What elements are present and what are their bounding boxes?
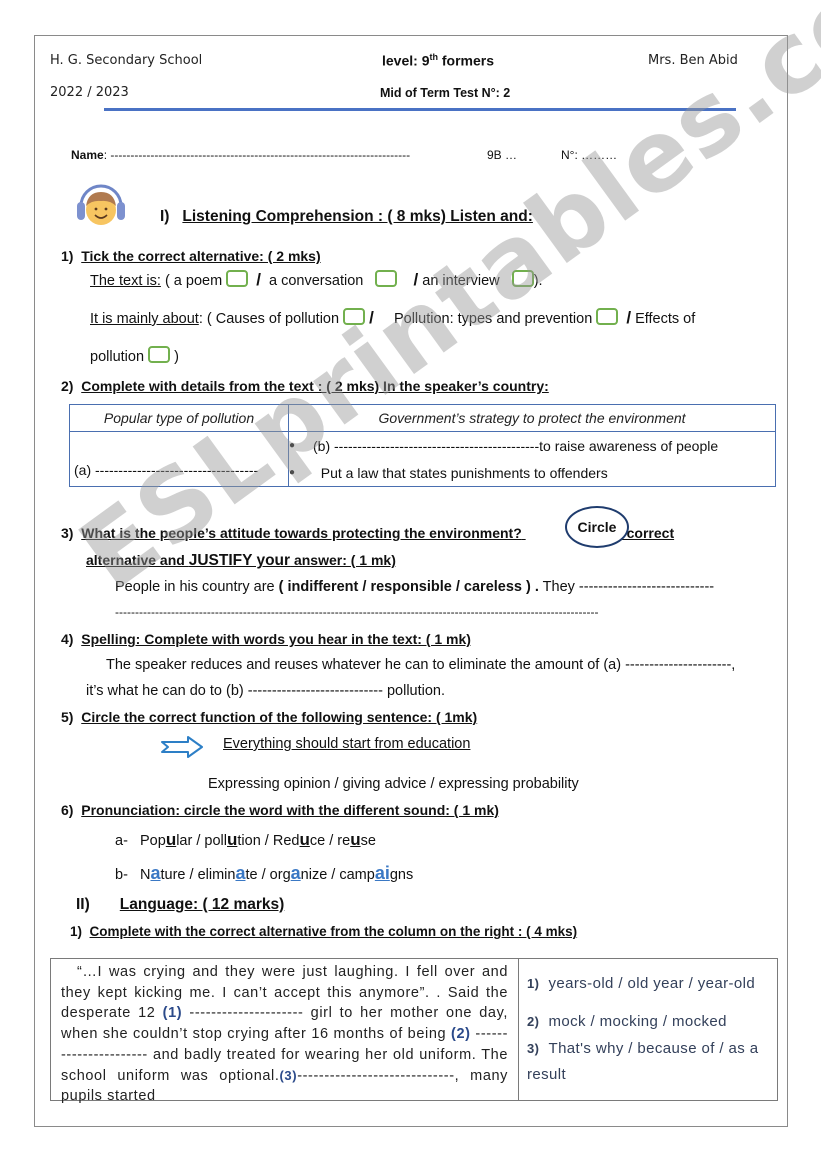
school-name: H. G. Secondary School: [50, 53, 203, 68]
pronunciation-word[interactable]: Reduce: [273, 830, 325, 849]
q6-row-b: b- Nature / eliminate / organize / campa…: [115, 863, 414, 883]
q3-heading-line2: alternative and JUSTIFY your answer: ( 1…: [86, 552, 396, 569]
q1-heading: 1) Tick the correct alternative: ( 2 mks…: [61, 248, 321, 264]
q6-row-a: a- Popular / pollution / Reduce / reuse: [115, 830, 376, 849]
q5-options[interactable]: Expressing opinion / giving advice / exp…: [208, 776, 579, 792]
header-divider: [104, 108, 736, 111]
separator: /: [185, 867, 198, 883]
options-column: 1) years-old / old year / year-old 2) mo…: [519, 959, 777, 1100]
highlighted-letter: u: [227, 830, 238, 849]
pronunciation-word[interactable]: pollution: [204, 830, 260, 849]
highlighted-letter: a: [290, 863, 301, 883]
pronunciation-word[interactable]: organize: [270, 863, 328, 883]
highlighted-letter: u: [165, 830, 177, 849]
details-table: Popular type of pollution Government’s s…: [69, 404, 776, 487]
school-year: 2022 / 2023: [50, 85, 129, 100]
number-field[interactable]: N°: ………: [561, 148, 617, 162]
tickbox-poem[interactable]: [226, 270, 249, 287]
q4-line2[interactable]: it’s what he can do to (b) -------------…: [86, 683, 445, 699]
tickbox-causes[interactable]: [343, 308, 366, 325]
highlighted-letter: u: [350, 830, 361, 849]
highlighted-letter: a: [150, 863, 161, 883]
teacher-name: Mrs. Ben Abid: [648, 53, 738, 68]
name-field[interactable]: Name: ----------------------------------…: [71, 148, 410, 162]
table-row: (a) ----------------------------------- …: [69, 431, 776, 487]
tickbox-conversation[interactable]: [375, 270, 398, 287]
bullet-item: ● Put a law that states punishments to o…: [289, 464, 608, 481]
separator: /: [257, 867, 270, 883]
q4-line1[interactable]: The speaker reduces and reuses whatever …: [106, 657, 735, 673]
q3-sentence: People in his country are ( indifferent …: [115, 579, 715, 595]
tickbox-effects[interactable]: [148, 346, 171, 363]
section2-title: II) Language: ( 12 marks): [76, 896, 285, 913]
q5-heading: 5) Circle the correct function of the fo…: [61, 709, 478, 725]
table-header-row: Popular type of pollution Government’s s…: [69, 404, 776, 432]
separator: /: [327, 867, 340, 883]
tickbox-interview[interactable]: [511, 270, 534, 287]
option-item: 3) That's why / because of / as a result: [527, 1040, 759, 1083]
highlighted-letter: a: [235, 863, 246, 883]
section1-title: I) Listening Comprehension : ( 8 mks) Li…: [160, 208, 533, 225]
q1-line1: The text is: ( a poem / a conversation /…: [90, 270, 543, 289]
level: level: 9th formers: [382, 52, 495, 69]
pronunciation-word[interactable]: eliminate: [198, 863, 258, 883]
bullet-item[interactable]: ● (b) -----------------------------------…: [289, 432, 775, 459]
separator: /: [192, 833, 205, 849]
slash: /: [369, 308, 374, 327]
passage-text: “…I was crying and they were just laughi…: [51, 959, 519, 1104]
q6-heading: 6) Pronunciation: circle the word with t…: [61, 802, 499, 818]
col-header-strategy: Government’s strategy to protect the env…: [288, 404, 776, 432]
col-header-pollution: Popular type of pollution: [69, 404, 289, 432]
q1-line3: pollution ): [90, 346, 179, 365]
attitude-options[interactable]: ( indifferent / responsible / careless )…: [279, 579, 539, 595]
q2-heading: 2) Complete with details from the text :…: [61, 378, 549, 394]
separator: /: [260, 833, 273, 849]
highlighted-letter: u: [299, 830, 310, 849]
separator: /: [325, 833, 338, 849]
lang-q1-heading: 1) Complete with the correct alternative…: [70, 924, 578, 939]
option-item: 1) years-old / old year / year-old: [527, 975, 756, 992]
option-item: 2) mock / mocking / mocked: [527, 1013, 727, 1030]
highlighted-letter: ai: [374, 863, 390, 883]
tickbox-types-prevention[interactable]: [596, 308, 619, 325]
pronunciation-word[interactable]: campaigns: [339, 863, 413, 883]
class-field[interactable]: 9B …: [487, 148, 517, 162]
circle-instruction-badge: Circle: [565, 506, 629, 548]
cell-a-blank[interactable]: (a) -----------------------------------: [69, 431, 289, 487]
slash: /: [256, 270, 261, 289]
pronunciation-word[interactable]: reuse: [337, 830, 376, 849]
slash: /: [626, 308, 632, 327]
language-exercise-box: “…I was crying and they were just laughi…: [50, 958, 778, 1104]
headphones-kid-icon: [74, 180, 128, 233]
q1-line2: It is mainly about: ( Causes of pollutio…: [90, 308, 696, 327]
q5-sentence: Everything should start from education: [223, 736, 471, 752]
pronunciation-word[interactable]: Nature: [140, 863, 186, 883]
arrow-right-icon: [160, 736, 204, 763]
q4-heading: 4) Spelling: Complete with words you hea…: [61, 631, 471, 647]
q3-justify-blank[interactable]: ----------------------------------------…: [115, 605, 599, 619]
slash: /: [413, 270, 419, 289]
pronunciation-word[interactable]: Popular: [140, 830, 192, 849]
test-title: Mid of Term Test N°: 2: [380, 86, 511, 100]
